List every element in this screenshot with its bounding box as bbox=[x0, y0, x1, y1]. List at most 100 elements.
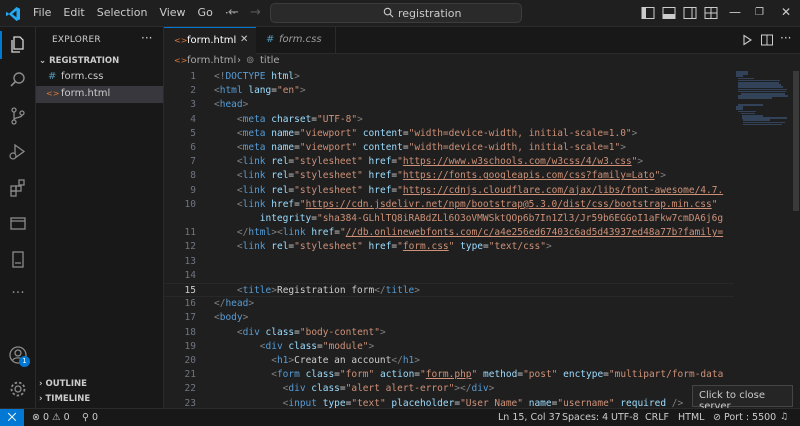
forward-arrow-icon[interactable]: → bbox=[250, 5, 261, 20]
code-line[interactable]: 2 <html lang="en"> bbox=[164, 84, 734, 98]
back-arrow-icon[interactable]: ← bbox=[228, 5, 239, 20]
code-text: <link href="https://cdn.jsdelivr.net/npm… bbox=[236, 198, 718, 210]
code-line[interactable]: 11 </html><link href="//db.onlinewebfont… bbox=[164, 226, 734, 240]
language-mode[interactable]: HTML bbox=[678, 412, 704, 423]
customize-layout-icon[interactable] bbox=[704, 6, 718, 20]
menu-selection[interactable]: Selection bbox=[97, 6, 148, 19]
run-icon[interactable] bbox=[740, 33, 754, 47]
breadcrumb-file[interactable]: form.html bbox=[187, 55, 236, 66]
file-form-html[interactable]: <> form.html bbox=[36, 86, 163, 103]
html-file-icon: <> bbox=[46, 89, 60, 98]
menu-edit[interactable]: Edit bbox=[63, 6, 84, 19]
tab-label: form.html bbox=[187, 35, 237, 46]
more-views-icon[interactable]: ··· bbox=[8, 286, 28, 306]
timeline-section[interactable]: › TIMELINE bbox=[39, 394, 90, 404]
code-line[interactable]: 22 <div class="alert alert-error"></div> bbox=[164, 382, 734, 396]
code-line[interactable]: 18 <div class="body-content"> bbox=[164, 326, 734, 340]
source-control-icon[interactable] bbox=[8, 106, 28, 126]
code-line[interactable]: 5 <meta name="viewport" content="width=d… bbox=[164, 127, 734, 141]
code-line[interactable]: integrity="sha384-GLhlTQ8iRABdZLl6O3oVMW… bbox=[164, 212, 734, 226]
code-line[interactable]: 7 <link rel="stylesheet" href="https://w… bbox=[164, 155, 734, 169]
code-line[interactable]: 10 <link href="https://cdn.jsdelivr.net/… bbox=[164, 198, 734, 212]
folder-registration[interactable]: ⌄ REGISTRATION bbox=[39, 56, 119, 66]
code-line[interactable]: 9 <link rel="stylesheet" href="https://c… bbox=[164, 184, 734, 198]
code-line[interactable]: 6 <meta name="viewport" content="width=d… bbox=[164, 141, 734, 155]
menu-view[interactable]: View bbox=[159, 6, 185, 19]
live-server-port[interactable]: ⊘ Port : 5500 bbox=[713, 412, 776, 423]
maximize-button[interactable]: ❐ bbox=[755, 7, 764, 18]
css-file-icon: # bbox=[266, 34, 275, 45]
activity-bar: ··· 1 bbox=[0, 27, 36, 408]
vscode-logo-icon bbox=[6, 7, 20, 21]
account-badge: 1 bbox=[19, 356, 30, 367]
code-line[interactable]: 17 <body> bbox=[164, 311, 734, 325]
remote-explorer-icon[interactable] bbox=[8, 214, 28, 234]
line-number: 9 bbox=[190, 184, 196, 196]
command-center-search[interactable]: registration bbox=[270, 3, 522, 23]
menu-file[interactable]: File bbox=[33, 6, 51, 19]
code-line[interactable]: 13 bbox=[164, 255, 734, 269]
code-line[interactable]: 20 <h1>Create an account</h1> bbox=[164, 354, 734, 368]
line-number: 10 bbox=[184, 198, 196, 210]
remote-indicator[interactable]: ⨉ bbox=[0, 409, 24, 426]
eol-status[interactable]: CRLF bbox=[645, 412, 669, 423]
code-line[interactable]: 21 <form class="form" action="form.php" … bbox=[164, 368, 734, 382]
explorer-icon[interactable] bbox=[8, 35, 28, 55]
code-line[interactable]: 14 bbox=[164, 269, 734, 283]
code-line[interactable]: 3 <head> bbox=[164, 98, 734, 112]
line-number: 5 bbox=[190, 127, 196, 139]
run-debug-icon[interactable] bbox=[8, 142, 28, 162]
cursor-position[interactable]: Ln 15, Col 37 bbox=[498, 412, 561, 423]
status-bar: ⨉ ⊗ 0 ⚠ 0 ⚲ 0 Ln 15, Col 37 Spaces: 4 UT… bbox=[0, 408, 800, 426]
code-line[interactable]: 4 <meta charset="UTF-8"> bbox=[164, 113, 734, 127]
html-file-icon: <> bbox=[174, 56, 188, 65]
code-editor[interactable]: 1 <!DOCTYPE html> 2 <html lang="en"> 3 <head>… bbox=[164, 69, 734, 408]
scrollbar-thumb[interactable] bbox=[793, 71, 799, 211]
tab-form-css[interactable]: # form.css bbox=[256, 27, 336, 54]
minimap[interactable] bbox=[734, 69, 792, 408]
encoding-status[interactable]: UTF-8 bbox=[611, 412, 639, 423]
toggle-panel-icon[interactable] bbox=[662, 6, 676, 20]
code-text: <form class="form" action="form.php" met… bbox=[271, 369, 724, 381]
code-line[interactable]: 15 <title>Registration form</title> bbox=[164, 283, 734, 297]
menu-go[interactable]: Go bbox=[198, 6, 213, 19]
minimize-button[interactable]: — bbox=[729, 5, 741, 19]
notifications-bell-icon[interactable]: ♫ bbox=[780, 412, 788, 422]
code-line[interactable]: 16 </head> bbox=[164, 297, 734, 311]
code-text: <h1>Create an account</h1> bbox=[271, 355, 420, 366]
line-number: 16 bbox=[184, 298, 196, 310]
toggle-secondary-sidebar-icon[interactable] bbox=[683, 6, 697, 20]
explorer-more-icon[interactable]: ··· bbox=[141, 31, 152, 45]
outline-section[interactable]: › OUTLINE bbox=[39, 379, 87, 389]
line-number: 7 bbox=[190, 156, 196, 168]
code-line[interactable]: 19 <div class="module"> bbox=[164, 340, 734, 354]
extensions-icon[interactable] bbox=[8, 178, 28, 198]
split-editor-icon[interactable] bbox=[760, 33, 774, 47]
vertical-scrollbar[interactable] bbox=[792, 69, 800, 408]
more-actions-icon[interactable]: ··· bbox=[780, 31, 791, 45]
breadcrumb-symbol[interactable]: title bbox=[260, 55, 280, 66]
close-window-button[interactable]: ✕ bbox=[781, 5, 791, 19]
file-form-css[interactable]: # form.css bbox=[36, 69, 163, 86]
code-line[interactable]: 23 <input type="text" placeholder="User … bbox=[164, 397, 734, 408]
timeline-label: TIMELINE bbox=[45, 394, 91, 404]
active-indicator bbox=[0, 31, 2, 59]
line-number: 21 bbox=[184, 369, 196, 381]
tab-label: form.css bbox=[279, 34, 322, 45]
code-line[interactable]: 12 <link rel="stylesheet" href="form.css… bbox=[164, 240, 734, 254]
problems-status[interactable]: ⊗ 0 ⚠ 0 bbox=[32, 412, 70, 423]
code-text: <meta name="viewport" content="width=dev… bbox=[236, 127, 638, 139]
line-number: 20 bbox=[184, 355, 196, 366]
code-line[interactable]: 8 <link rel="stylesheet" href="https://f… bbox=[164, 169, 734, 183]
editor-tab-bar: <> form.html ✕ # form.css ··· bbox=[164, 27, 800, 54]
code-line[interactable]: 1 <!DOCTYPE html> bbox=[164, 70, 734, 84]
ports-status[interactable]: ⚲ 0 bbox=[82, 412, 98, 423]
testing-icon[interactable] bbox=[8, 250, 28, 270]
indentation-status[interactable]: Spaces: 4 bbox=[562, 412, 608, 423]
line-number: 3 bbox=[190, 99, 196, 111]
toggle-primary-sidebar-icon[interactable] bbox=[641, 6, 655, 20]
tab-form-html[interactable]: <> form.html ✕ bbox=[164, 27, 256, 54]
search-view-icon[interactable] bbox=[8, 70, 28, 90]
manage-gear-icon[interactable] bbox=[8, 379, 28, 399]
close-tab-icon[interactable]: ✕ bbox=[240, 34, 248, 45]
